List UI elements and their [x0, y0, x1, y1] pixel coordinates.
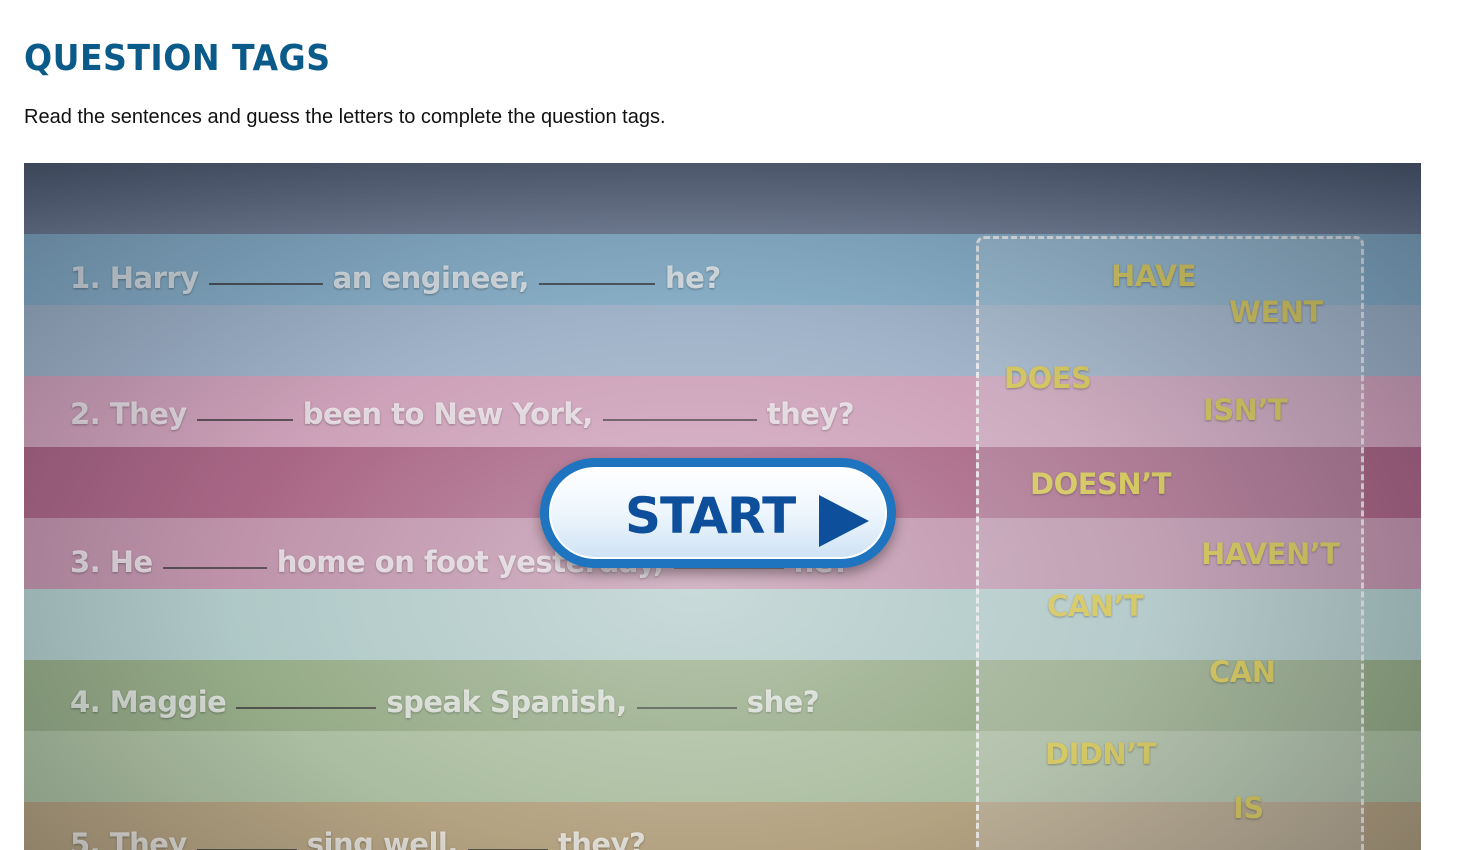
- start-button[interactable]: START: [540, 458, 896, 568]
- sentence-part: they?: [557, 827, 646, 850]
- sentence-part: sing well,: [306, 827, 459, 850]
- stripe-band: [24, 163, 1421, 234]
- sentence-part: 5. They: [70, 827, 187, 850]
- word-tile[interactable]: CAN’T: [1047, 589, 1144, 623]
- sentence-part: he?: [665, 261, 721, 295]
- sentence-part: 4. Maggie: [70, 685, 227, 719]
- word-tile[interactable]: CAN: [1209, 655, 1276, 689]
- answer-blank[interactable]: [196, 419, 293, 421]
- answer-blank[interactable]: [539, 283, 656, 285]
- sentence-part: been to New York,: [302, 397, 593, 431]
- word-tile[interactable]: HAVE: [1111, 259, 1197, 293]
- sentence-part: they?: [766, 397, 855, 431]
- sentence-part: an engineer,: [332, 261, 530, 295]
- sentence-part: 3. He: [70, 545, 153, 579]
- word-tile[interactable]: ISN’T: [1203, 393, 1288, 427]
- answer-blank[interactable]: [208, 283, 323, 285]
- sentence-2: 2. They been to New York, they?: [70, 397, 855, 437]
- answer-blank[interactable]: [636, 707, 737, 709]
- play-arrow-icon: [819, 495, 869, 547]
- word-tile[interactable]: DIDN’T: [1045, 737, 1157, 771]
- word-tile[interactable]: WENT: [1229, 295, 1323, 329]
- page-title: QUESTION TAGS: [24, 38, 331, 79]
- sentence-part: 2. They: [70, 397, 187, 431]
- sentence-5: 5. They sing well, they?: [70, 827, 646, 850]
- game-canvas[interactable]: 1. Harry an engineer, he? 2. They been to N…: [24, 163, 1421, 850]
- answer-blank[interactable]: [236, 707, 377, 709]
- start-label: START: [625, 487, 796, 545]
- word-tile[interactable]: HAVEN’T: [1201, 537, 1340, 571]
- word-tile[interactable]: DOES: [1004, 361, 1092, 395]
- sentence-1: 1. Harry an engineer, he?: [70, 261, 721, 301]
- word-bank: HAVE WENT DOES ISN’T DOESN’T HAVEN’T CAN…: [976, 236, 1364, 850]
- word-tile[interactable]: DOESN’T: [1030, 467, 1172, 501]
- answer-blank[interactable]: [162, 567, 267, 569]
- sentence-part: she?: [746, 685, 820, 719]
- instructions-text: Read the sentences and guess the letters…: [24, 106, 666, 128]
- sentence-part: 1. Harry: [70, 261, 199, 295]
- sentence-part: speak Spanish,: [386, 685, 627, 719]
- start-button-face: START: [549, 467, 887, 559]
- sentence-4: 4. Maggie speak Spanish, she?: [70, 685, 820, 725]
- word-tile[interactable]: IS: [1233, 791, 1264, 825]
- answer-blank[interactable]: [602, 419, 757, 421]
